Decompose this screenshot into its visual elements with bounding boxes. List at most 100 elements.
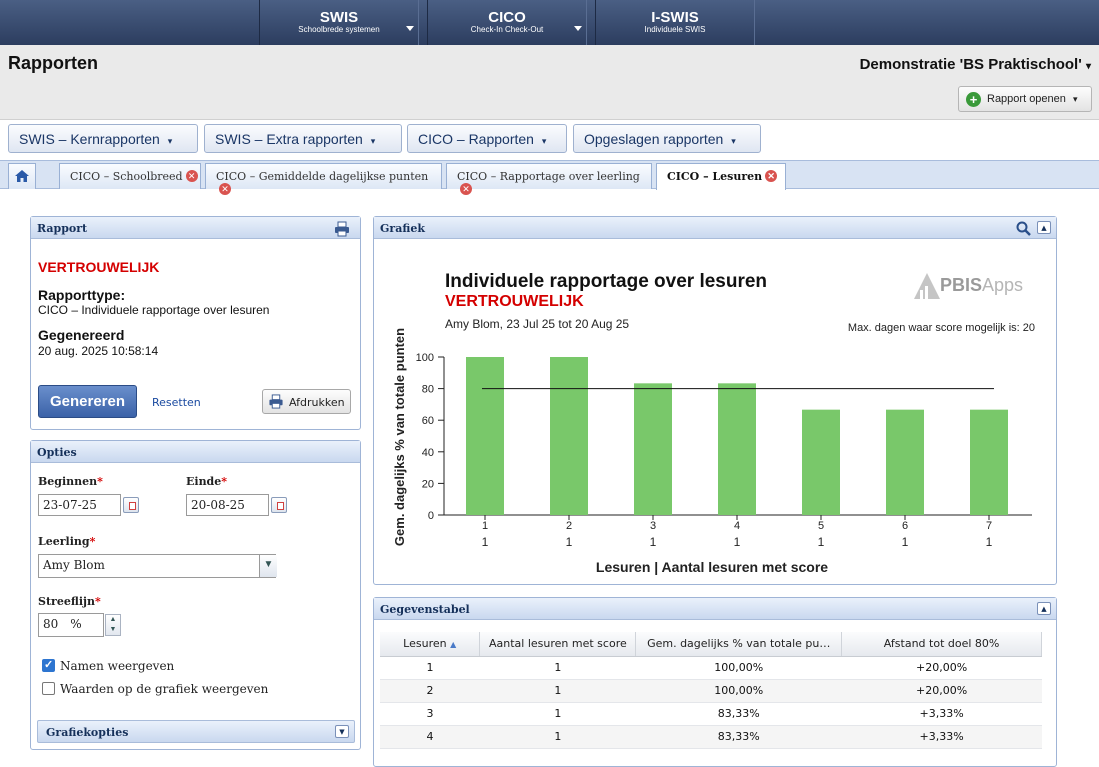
column-header-afstand[interactable]: Afstand tot doel 80% — [841, 632, 1042, 657]
end-date-label: Einde* — [186, 475, 228, 488]
table-row[interactable]: 3 1 83,33% +3,33% — [380, 702, 1042, 726]
nav-cico-subtitle: Check-In Check-Out — [470, 25, 544, 34]
options-panel-title: Opties — [37, 446, 77, 459]
menu-label: CICO – Rapporten — [418, 131, 534, 147]
tab-label: CICO – Lesuren — [667, 170, 763, 183]
y-tick-label: 100 — [416, 352, 434, 364]
y-tick-label: 0 — [428, 510, 434, 522]
nav-iswis-subtitle: Individuele SWIS — [644, 25, 706, 34]
caret-down-icon: ▾ — [1085, 61, 1091, 72]
chevron-down-icon — [574, 26, 582, 31]
school-selector[interactable]: Demonstratie 'BS Praktischool' ▾ — [860, 56, 1091, 73]
goal-input[interactable]: 80% — [38, 613, 104, 637]
data-table-header: Gegevenstabel ▲ — [374, 598, 1056, 620]
bar — [970, 409, 1008, 515]
table-row[interactable]: 1 1 100,00% +20,00% — [380, 656, 1042, 680]
top-nav: SWIS Schoolbrede systemen CICO Check-In … — [0, 0, 1099, 45]
nav-iswis-title: I-SWIS — [651, 9, 699, 26]
tab-home[interactable] — [8, 163, 36, 189]
menu-swis-kernrapporten[interactable]: SWIS – Kernrapporten ▾ — [8, 124, 198, 153]
menu-opgeslagen-rapporten[interactable]: Opgeslagen rapporten ▾ — [573, 124, 761, 153]
tab-label: CICO – Schoolbreed — [70, 170, 183, 183]
x-tick-label: 4 — [734, 520, 740, 532]
nav-cico-button[interactable]: CICO Check-In Check-Out — [427, 0, 587, 45]
close-tab-icon[interactable]: ✕ — [185, 170, 198, 182]
tab-cico-lesuren[interactable]: CICO – Lesuren ✕ — [656, 163, 786, 190]
graph-panel-title: Grafiek — [380, 222, 425, 235]
school-name: Demonstratie 'BS Praktischool' — [859, 56, 1082, 73]
close-tab-icon[interactable]: ✕ — [765, 170, 778, 182]
printer-icon[interactable] — [334, 221, 350, 237]
column-header-lesuren[interactable]: Lesuren ▲ — [380, 632, 481, 657]
report-panel-title: Rapport — [37, 222, 88, 235]
tab-cico-gemiddelde[interactable]: CICO – Gemiddelde dagelijkse punten✕ — [205, 163, 442, 195]
collapse-icon[interactable]: ▲ — [1037, 602, 1051, 615]
x-count-label: 1 — [734, 535, 741, 549]
y-axis-label: Gem. dagelijks % van totale punten — [392, 328, 407, 546]
show-names-label: Namen weergeven — [60, 659, 175, 673]
report-type-label: Rapporttype: — [38, 287, 126, 303]
column-header-aantal[interactable]: Aantal lesuren met score — [479, 632, 637, 657]
close-tab-icon[interactable]: ✕ — [219, 183, 231, 195]
nav-iswis-button[interactable]: I-SWIS Individuele SWIS — [595, 0, 755, 45]
goal-stepper[interactable]: ▲ ▼ — [105, 614, 121, 636]
show-values-checkbox[interactable] — [42, 682, 55, 695]
magnifier-icon[interactable] — [1016, 221, 1032, 237]
generated-label: Gegenereerd — [38, 327, 125, 343]
pbisapps-logo-icon — [914, 273, 940, 299]
x-count-label: 1 — [902, 535, 909, 549]
calendar-icon[interactable] — [123, 497, 139, 513]
table-cell: 100,00% — [635, 679, 842, 703]
table-cell: 100,00% — [635, 656, 842, 680]
tab-label: CICO – Rapportage over leerling — [457, 170, 640, 183]
close-tab-icon[interactable]: ✕ — [460, 183, 472, 195]
logo-text-bold: PBIS — [940, 275, 983, 295]
bar — [718, 383, 756, 515]
show-names-checkbox[interactable] — [42, 658, 55, 672]
table-cell: 1 — [380, 656, 480, 680]
table-cell: 1 — [479, 679, 636, 703]
menu-label: SWIS – Kernrapporten — [19, 131, 160, 147]
collapse-icon[interactable]: ▲ — [1037, 221, 1051, 234]
column-header-gemiddeld[interactable]: Gem. dagelijks % van totale pu… — [635, 632, 843, 657]
tab-cico-schoolbreed[interactable]: CICO – Schoolbreed ✕ — [59, 163, 201, 189]
table-cell: 3 — [380, 702, 480, 726]
student-select[interactable]: Amy Blom — [38, 554, 276, 578]
confidential-label: VERTROUWELIJK — [38, 259, 160, 275]
table-row[interactable]: 2 1 100,00% +20,00% — [380, 679, 1042, 703]
menu-swis-extra-rapporten[interactable]: SWIS – Extra rapporten ▾ — [204, 124, 402, 153]
sort-ascending-icon: ▲ — [450, 640, 457, 650]
bar — [886, 409, 924, 515]
open-report-label: Rapport openen — [987, 93, 1066, 105]
generate-button[interactable]: Genereren — [38, 385, 137, 418]
chart-title: Individuele rapportage over lesuren — [445, 271, 768, 292]
start-date-input[interactable]: 23-07-25 — [38, 494, 121, 516]
x-count-label: 1 — [566, 535, 573, 549]
y-tick-label: 40 — [422, 447, 434, 459]
end-date-input[interactable]: 20-08-25 — [186, 494, 269, 516]
open-report-button[interactable]: + Rapport openen ▾ — [958, 86, 1092, 112]
show-values-label: Waarden op de grafiek weergeven — [60, 682, 269, 696]
tab-cico-rapportage-leerling[interactable]: CICO – Rapportage over leerling✕ — [446, 163, 652, 195]
caret-down-icon: ▾ — [1072, 94, 1078, 104]
data-table: Lesuren ▲ Aantal lesuren met score Gem. … — [380, 632, 1042, 749]
graph-options-header[interactable]: Grafiekopties ▼ — [37, 720, 355, 743]
caret-down-icon: ▾ — [731, 136, 736, 146]
student-label: Leerling* — [38, 535, 96, 548]
graph-options-title: Grafiekopties — [46, 726, 129, 739]
reset-link[interactable]: Resetten — [152, 396, 201, 409]
table-row[interactable]: 4 1 83,33% +3,33% — [380, 725, 1042, 749]
y-tick-label: 80 — [422, 384, 434, 396]
calendar-icon[interactable] — [271, 497, 287, 513]
table-cell: 83,33% — [635, 725, 842, 749]
options-panel-header: Opties — [31, 441, 360, 463]
nav-swis-button[interactable]: SWIS Schoolbrede systemen — [259, 0, 419, 45]
chevron-down-icon[interactable]: ▼ — [259, 555, 277, 577]
table-cell: 83,33% — [635, 702, 842, 726]
menu-cico-rapporten[interactable]: CICO – Rapporten ▾ — [407, 124, 567, 153]
logo-text-light: Apps — [982, 275, 1024, 295]
expand-icon[interactable]: ▼ — [335, 725, 349, 738]
print-button[interactable]: Afdrukken — [262, 389, 351, 414]
tab-label: CICO – Gemiddelde dagelijkse punten — [216, 170, 429, 183]
x-count-label: 1 — [818, 535, 825, 549]
